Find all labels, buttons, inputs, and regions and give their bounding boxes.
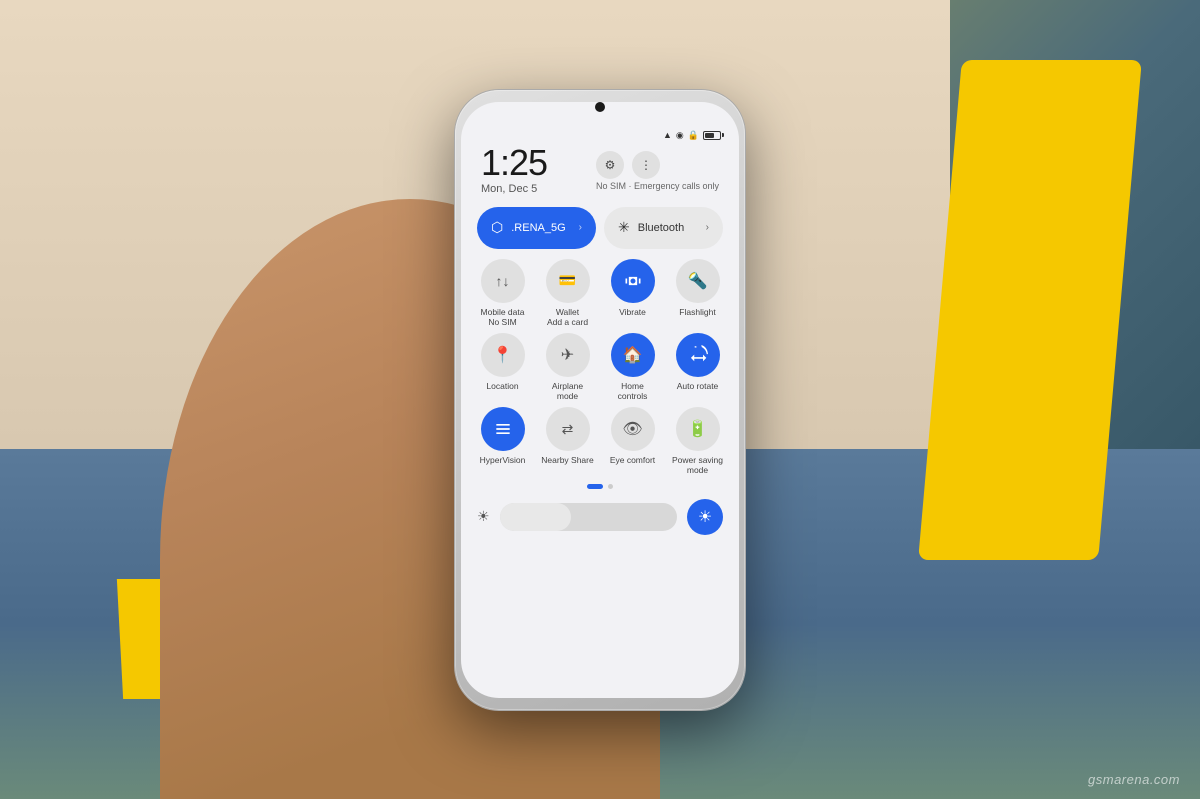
phone-frame: ▲ ◉ 🔒 1:25 Mon, Dec 5 ⚙ ⋮ — [455, 90, 745, 710]
wifi-tile-icon: ⬡ — [491, 219, 503, 236]
flashlight-symbol: 🔦 — [688, 271, 708, 291]
bluetooth-tile-label: Bluetooth — [638, 222, 698, 234]
home-controls-label: Homecontrols — [618, 381, 648, 401]
watermark-text: gsmarena.com — [1088, 772, 1180, 787]
time-actions: ⚙ ⋮ — [596, 151, 719, 179]
signal-status-icon: ◉ — [676, 130, 684, 141]
hypervision-label: HyperVision — [480, 455, 526, 465]
wifi-tile[interactable]: ⬡ .RENA_5G › — [477, 207, 596, 249]
power-saving-icon: 🔋 — [676, 407, 720, 451]
wallet-label: WalletAdd a card — [547, 307, 588, 327]
power-saving-label: Power savingmode — [672, 455, 723, 475]
time-section: 1:25 Mon, Dec 5 ⚙ ⋮ No SIM · Emergency c… — [461, 145, 739, 207]
tile-auto-rotate[interactable]: Auto rotate — [668, 333, 727, 401]
bluetooth-tile-icon: ✳ — [618, 219, 630, 236]
camera-notch — [595, 102, 605, 112]
wallet-symbol: 💳 — [559, 272, 576, 289]
nearby-share-label: Nearby Share — [541, 455, 593, 465]
tile-vibrate[interactable]: Vibrate — [603, 259, 662, 327]
tile-mobile-data[interactable]: ↑↓ Mobile dataNo SIM — [473, 259, 532, 327]
top-quick-tiles: ⬡ .RENA_5G › ✳ Bluetooth › — [461, 207, 739, 249]
vibrate-label: Vibrate — [619, 307, 646, 317]
brightness-auto-icon: ☀ — [698, 507, 712, 527]
tile-home-controls[interactable]: 🏠 Homecontrols — [603, 333, 662, 401]
flashlight-label: Flashlight — [679, 307, 715, 317]
lock-status-icon: 🔒 — [688, 130, 699, 141]
tile-flashlight[interactable]: 🔦 Flashlight — [668, 259, 727, 327]
brightness-row: ☀ ☀ — [461, 499, 739, 535]
nearby-share-symbol: ⇄ — [562, 421, 574, 438]
vibrate-icon — [611, 259, 655, 303]
more-icon: ⋮ — [640, 158, 652, 172]
location-icon: 📍 — [481, 333, 525, 377]
location-symbol: 📍 — [493, 345, 513, 365]
brightness-low-icon: ☀ — [477, 508, 490, 525]
airplane-symbol: ✈ — [561, 345, 574, 365]
wifi-tile-chevron: › — [579, 222, 582, 233]
brightness-auto-button[interactable]: ☀ — [687, 499, 723, 535]
mobile-data-symbol: ↑↓ — [496, 273, 510, 289]
eye-comfort-icon: 👁 — [611, 407, 655, 451]
hypervision-icon — [481, 407, 525, 451]
flashlight-icon: 🔦 — [676, 259, 720, 303]
wallet-icon: 💳 — [546, 259, 590, 303]
hypervision-svg — [493, 419, 513, 439]
wifi-status-icon: ▲ — [663, 130, 672, 140]
tile-power-saving[interactable]: 🔋 Power savingmode — [668, 407, 727, 475]
time-display: 1:25 — [481, 145, 547, 181]
settings-icon: ⚙ — [605, 158, 616, 172]
wifi-tile-label: .RENA_5G — [511, 222, 570, 234]
eye-comfort-label: Eye comfort — [610, 455, 655, 465]
airplane-label: Airplanemode — [552, 381, 583, 401]
status-icons: ▲ ◉ 🔒 — [663, 130, 721, 141]
home-controls-icon: 🏠 — [611, 333, 655, 377]
eye-comfort-symbol: 👁 — [622, 419, 642, 439]
watermark: gsmarena.com — [1088, 772, 1180, 787]
airplane-icon: ✈ — [546, 333, 590, 377]
tile-airplane[interactable]: ✈ Airplanemode — [538, 333, 597, 401]
home-controls-symbol: 🏠 — [623, 345, 643, 365]
battery-icon — [703, 131, 721, 140]
auto-rotate-label: Auto rotate — [677, 381, 719, 391]
tile-nearby-share[interactable]: ⇄ Nearby Share — [538, 407, 597, 475]
tile-hypervision[interactable]: HyperVision — [473, 407, 532, 475]
power-saving-symbol: 🔋 — [688, 419, 708, 439]
bluetooth-tile[interactable]: ✳ Bluetooth › — [604, 207, 723, 249]
page-dots — [461, 484, 739, 489]
date-display: Mon, Dec 5 — [481, 183, 547, 195]
bluetooth-tile-chevron: › — [706, 222, 709, 233]
battery-fill — [705, 133, 714, 138]
tile-location[interactable]: 📍 Location — [473, 333, 532, 401]
auto-rotate-icon — [676, 333, 720, 377]
dot-2 — [608, 484, 613, 489]
phone-screen: ▲ ◉ 🔒 1:25 Mon, Dec 5 ⚙ ⋮ — [461, 102, 739, 698]
dot-1 — [587, 484, 603, 489]
icon-grid: ↑↓ Mobile dataNo SIM 💳 WalletAdd a card … — [461, 259, 739, 476]
time-block: 1:25 Mon, Dec 5 — [481, 145, 547, 195]
auto-rotate-svg — [688, 345, 708, 365]
nearby-share-icon: ⇄ — [546, 407, 590, 451]
more-button[interactable]: ⋮ — [632, 151, 660, 179]
brightness-fill — [500, 503, 571, 531]
tile-wallet[interactable]: 💳 WalletAdd a card — [538, 259, 597, 327]
location-label: Location — [486, 381, 518, 391]
mobile-data-label: Mobile dataNo SIM — [481, 307, 525, 327]
settings-button[interactable]: ⚙ — [596, 151, 624, 179]
tile-eye-comfort[interactable]: 👁 Eye comfort — [603, 407, 662, 475]
brightness-track[interactable] — [500, 503, 677, 531]
vibrate-svg — [623, 271, 643, 291]
mobile-data-icon: ↑↓ — [481, 259, 525, 303]
sim-notice: No SIM · Emergency calls only — [596, 181, 719, 191]
